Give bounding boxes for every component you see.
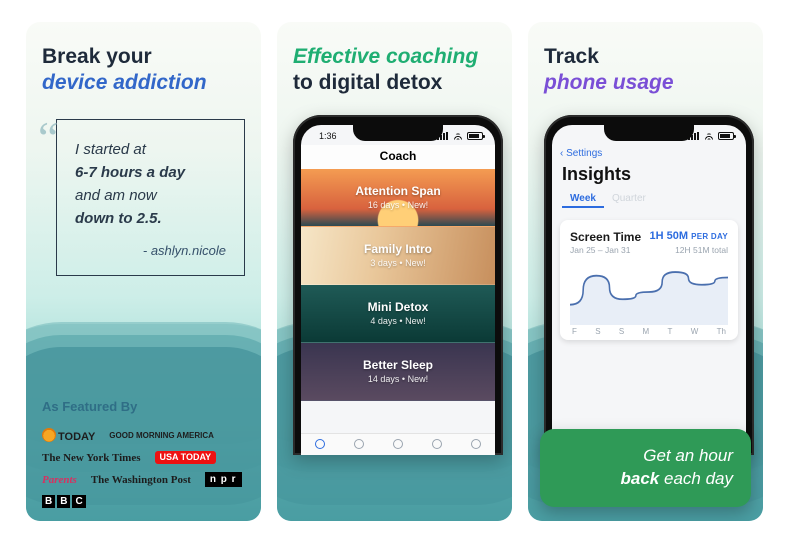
tab-icon[interactable] xyxy=(315,439,325,449)
logo-gma: GOOD MORNING AMERICA xyxy=(109,432,214,440)
card-title: Better Sleep xyxy=(363,358,433,372)
promo-panel-1: Break your device addiction “ I started … xyxy=(26,22,261,521)
testimonial: “ I started at 6-7 hours a day and am no… xyxy=(42,119,245,276)
press-logos: TODAY GOOD MORNING AMERICA The New York … xyxy=(42,428,245,507)
quote-line: down to 2.5. xyxy=(75,210,162,227)
phone-frame: 1:36 Coach Attention Span 16 days • New!… xyxy=(293,115,503,455)
x-tick: S xyxy=(619,327,624,336)
back-button[interactable]: ‹ Settings xyxy=(552,145,746,162)
x-tick: S xyxy=(595,327,600,336)
callout-line1: Get an hour xyxy=(643,446,733,465)
segment-quarter[interactable]: Quarter xyxy=(604,191,654,208)
headline-plain: Track xyxy=(544,45,599,68)
segmented-control: Week Quarter xyxy=(552,191,746,214)
logo-wapo: The Washington Post xyxy=(91,474,191,486)
quote-author: - ashlyn.nicole xyxy=(75,241,226,261)
notch-icon xyxy=(604,125,694,141)
battery-icon xyxy=(718,132,734,140)
logo-bbc: BBC xyxy=(42,495,88,507)
tab-icon[interactable] xyxy=(471,439,481,449)
callout-line2-bold: back xyxy=(621,469,660,488)
quote-line: and am now xyxy=(75,187,157,204)
promo-panel-3: Track phone usage ‹ Settings Ins xyxy=(528,22,763,521)
coach-card-mini-detox[interactable]: Mini Detox 4 days • New! xyxy=(301,285,495,343)
metric-value-suffix: PER DAY xyxy=(691,232,728,241)
callout-line2: each day xyxy=(659,469,733,488)
quote-line: I started at xyxy=(75,141,146,158)
metric-value: 1H 50M PER DAY xyxy=(649,230,728,242)
card-subtitle: 14 days • New! xyxy=(368,374,428,384)
screen-time-chart xyxy=(570,261,728,325)
headline-accent: phone usage xyxy=(544,71,674,94)
screen-title: Coach xyxy=(301,145,495,169)
card-title: Mini Detox xyxy=(368,300,429,314)
coach-card-better-sleep[interactable]: Better Sleep 14 days • New! xyxy=(301,343,495,401)
tab-icon[interactable] xyxy=(354,439,364,449)
metric-label: Screen Time xyxy=(570,230,641,244)
screen-time-card[interactable]: Screen Time 1H 50M PER DAY Jan 25 – Jan … xyxy=(560,220,738,340)
featured-section: As Featured By TODAY GOOD MORNING AMERIC… xyxy=(42,385,245,507)
featured-label: As Featured By xyxy=(42,399,245,414)
wifi-icon xyxy=(704,132,714,140)
wifi-icon xyxy=(453,132,463,140)
back-label: Settings xyxy=(566,148,602,159)
status-time: 1:36 xyxy=(319,131,337,141)
headline-accent: device addiction xyxy=(42,71,207,94)
date-range: Jan 25 – Jan 31 xyxy=(570,245,631,255)
x-tick: M xyxy=(643,327,650,336)
battery-icon xyxy=(467,132,483,140)
promo-callout: Get an hour back each day xyxy=(540,429,751,507)
x-tick: Th xyxy=(717,327,726,336)
headline-plain: Break your xyxy=(42,45,152,68)
page-title: Insights xyxy=(552,162,746,191)
chart-x-axis: F S S M T W Th xyxy=(570,325,728,336)
card-subtitle: 4 days • New! xyxy=(370,316,425,326)
quote-mark-icon: “ xyxy=(38,129,58,147)
headline: Break your device addiction xyxy=(42,44,245,97)
x-tick: W xyxy=(691,327,699,336)
notch-icon xyxy=(353,125,443,141)
coach-card-attention-span[interactable]: Attention Span 16 days • New! xyxy=(301,169,495,227)
phone-screen: ‹ Settings Insights Week Quarter Screen … xyxy=(552,125,746,455)
logo-parents: Parents xyxy=(42,474,77,486)
logo-usatoday: USA TODAY xyxy=(155,451,217,464)
promo-panel-2: Effective coaching to digital detox 1:36… xyxy=(277,22,512,521)
card-title: Family Intro xyxy=(364,242,432,256)
chevron-left-icon: ‹ xyxy=(560,148,563,159)
coach-card-family-intro[interactable]: Family Intro 3 days • New! xyxy=(301,227,495,285)
segment-week[interactable]: Week xyxy=(562,191,604,208)
headline-plain: to digital detox xyxy=(293,71,442,94)
x-tick: T xyxy=(668,327,673,336)
phone-frame: ‹ Settings Insights Week Quarter Screen … xyxy=(544,115,754,455)
card-subtitle: 16 days • New! xyxy=(368,200,428,210)
metric-value-main: 1H 50M xyxy=(649,230,688,242)
x-tick: F xyxy=(572,327,577,336)
tab-icon[interactable] xyxy=(432,439,442,449)
card-subtitle: 3 days • New! xyxy=(370,258,425,268)
headline-accent: Effective coaching xyxy=(293,45,478,68)
quote-box: I started at 6-7 hours a day and am now … xyxy=(56,119,245,276)
phone-screen: 1:36 Coach Attention Span 16 days • New!… xyxy=(301,125,495,455)
logo-nyt: The New York Times xyxy=(42,452,141,464)
tab-bar xyxy=(301,433,495,455)
metric-total: 12H 51M total xyxy=(675,245,728,255)
headline: Effective coaching to digital detox xyxy=(293,44,496,97)
quote-line: 6-7 hours a day xyxy=(75,164,185,181)
card-title: Attention Span xyxy=(355,184,440,198)
tab-icon[interactable] xyxy=(393,439,403,449)
logo-today: TODAY xyxy=(42,428,95,443)
headline: Track phone usage xyxy=(544,44,747,97)
logo-npr: n p r xyxy=(205,472,242,487)
